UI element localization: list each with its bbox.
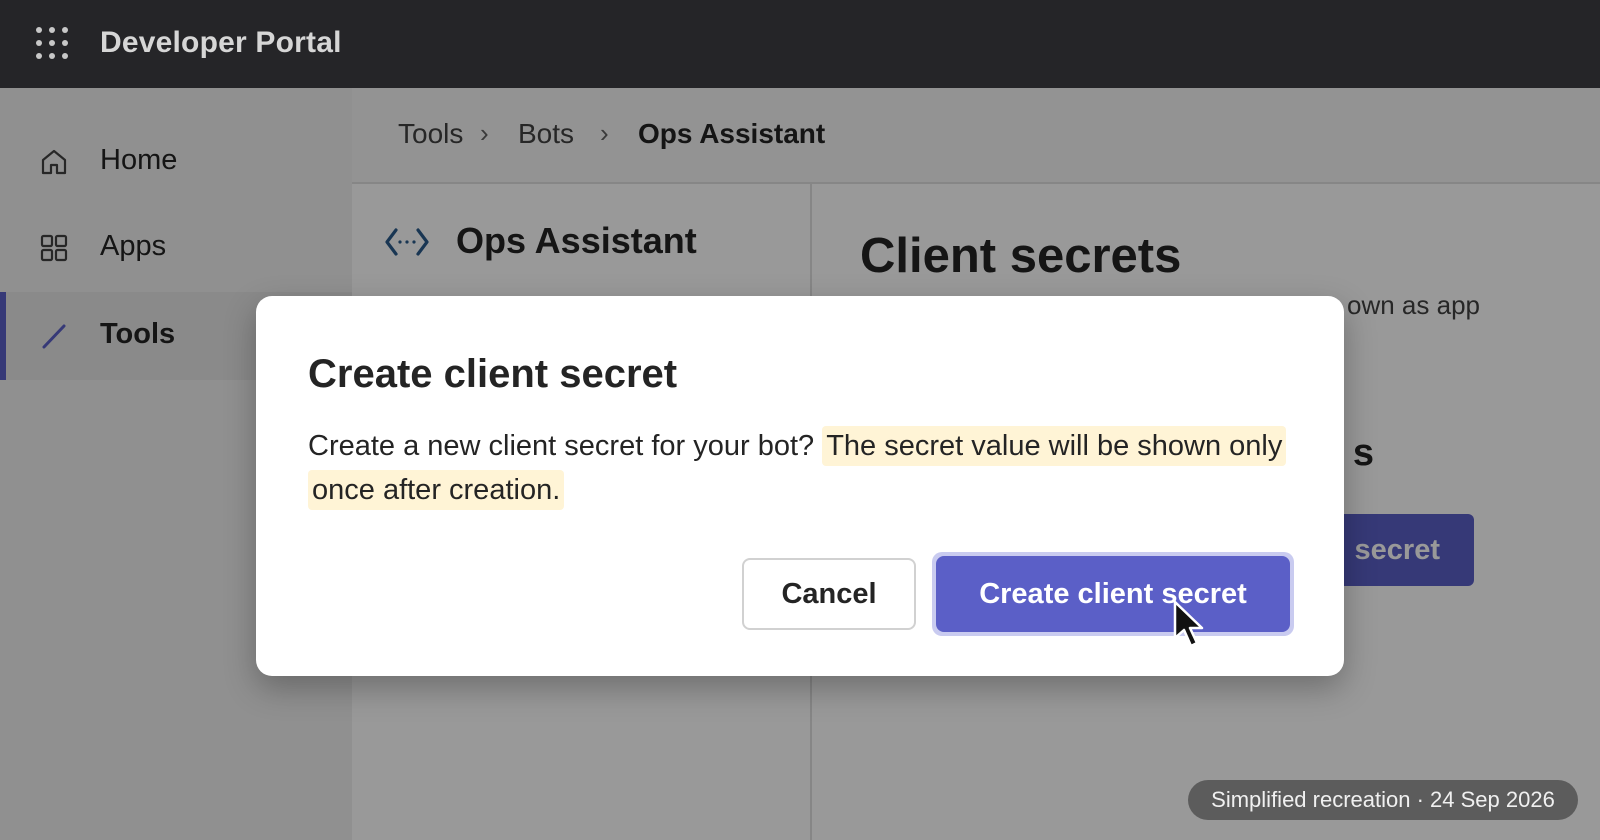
portal-title: Developer Portal: [100, 26, 342, 59]
app-launcher-icon[interactable]: [36, 27, 68, 59]
dialog-title: Create client secret: [308, 352, 678, 396]
top-bar: Developer Portal: [0, 0, 1600, 88]
dialog-body-text: Create a new client secret for your bot?: [308, 430, 823, 462]
recreation-badge: Simplified recreation · 24 Sep 2026: [1188, 780, 1578, 820]
dialog-body: Create a new client secret for your bot?…: [308, 424, 1298, 512]
mouse-cursor-icon: [1173, 600, 1204, 648]
cancel-button[interactable]: Cancel: [742, 558, 916, 630]
focus-ring: Create client secret: [932, 552, 1294, 636]
create-client-secret-button[interactable]: Create client secret: [936, 556, 1290, 632]
